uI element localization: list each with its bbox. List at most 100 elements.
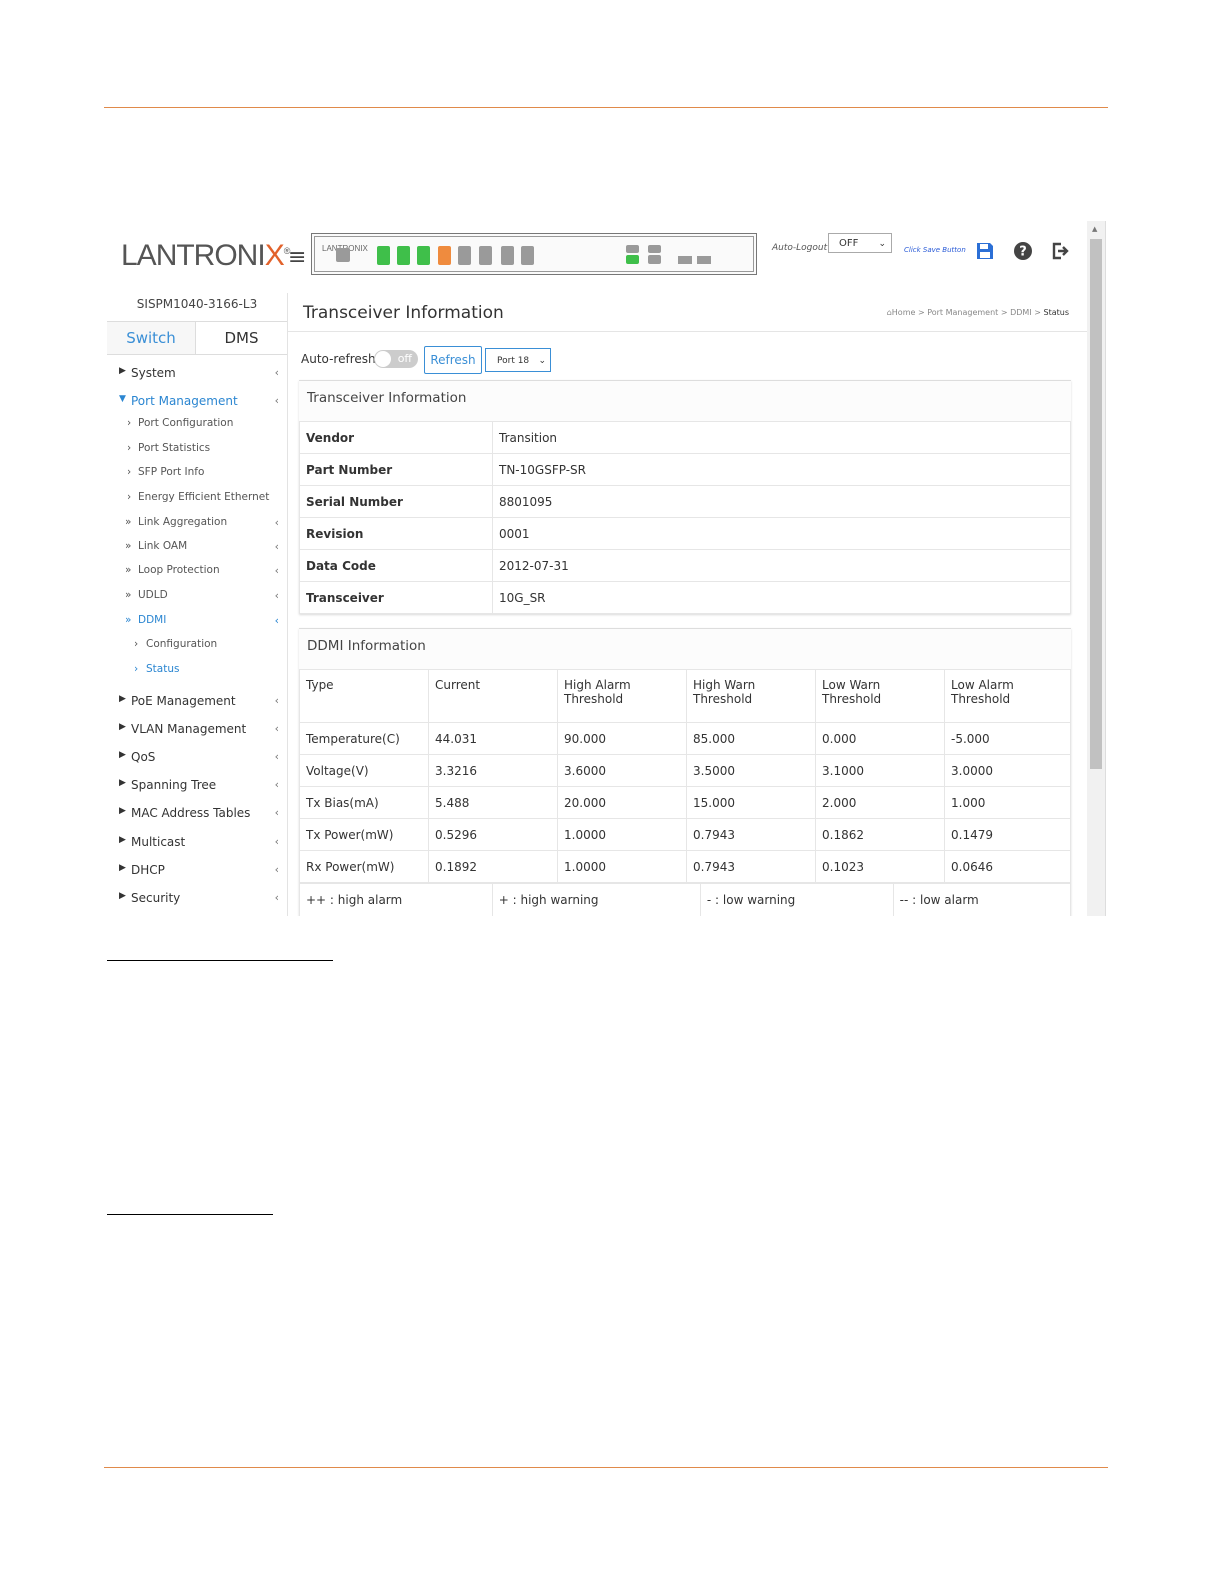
table-cell: 3.3216: [428, 754, 558, 787]
table-cell: -5.000: [944, 722, 1071, 755]
table-cell: 44.031: [428, 722, 558, 755]
table-cell: 1.0000: [557, 850, 687, 883]
help-icon[interactable]: ?: [1013, 241, 1033, 261]
col-header: Type: [299, 669, 429, 723]
port-icon[interactable]: [336, 248, 350, 262]
port-11-icon[interactable]: [479, 246, 492, 265]
table-cell: 85.000: [686, 722, 816, 755]
table-cell: 3.1000: [815, 754, 945, 787]
top-bar: LANTRONIX® ≡ LANTRONIX Auto-Logout OFF⌄ …: [107, 221, 1087, 293]
refresh-button[interactable]: Refresh: [424, 346, 482, 374]
table-header-row: Type Current High Alarm Threshold High W…: [299, 669, 1071, 723]
port-9-icon[interactable]: [458, 246, 471, 265]
click-save-hint: Click Save Button: [904, 246, 966, 254]
main-content: Transceiver Information ⌂Home > Port Man…: [288, 293, 1087, 916]
row-value: TN-10GSFP-SR: [492, 453, 1071, 486]
auto-logout-label: Auto-Logout: [772, 243, 828, 253]
col-header: Low Alarm Threshold: [944, 669, 1071, 723]
row-value: 8801095: [492, 485, 1071, 518]
table-row: Rx Power(mW) 0.1892 1.0000 0.7943 0.1023 0.06…: [299, 850, 1071, 883]
scrollbar-up-arrow[interactable]: ▲: [1092, 225, 1097, 233]
port-1-icon[interactable]: [377, 246, 390, 265]
top-rule: [104, 107, 1108, 108]
table-cell: Voltage(V): [299, 754, 429, 787]
table-cell: 15.000: [686, 786, 816, 819]
ddmi-panel-header: DDMI Information: [299, 629, 1071, 669]
row-value: 2012-07-31: [492, 549, 1071, 582]
table-cell: Tx Power(mW): [299, 818, 429, 851]
table-cell: Temperature(C): [299, 722, 429, 755]
table-row: Part Number TN-10GSFP-SR: [299, 453, 1071, 486]
table-cell: 0.7943: [686, 818, 816, 851]
sidebar-tabs: Switch DMS: [107, 321, 287, 355]
port-5-icon[interactable]: [417, 246, 430, 265]
sfp-22-icon[interactable]: [697, 256, 711, 264]
auto-refresh-label: Auto-refresh: [301, 352, 376, 366]
save-icon[interactable]: [975, 241, 995, 261]
svg-text:?: ?: [1019, 245, 1027, 260]
table-row: Temperature(C) 44.031 90.000 85.000 0.000 -5.…: [299, 722, 1071, 755]
row-value: 0001: [492, 517, 1071, 550]
port-18-top-icon[interactable]: [648, 245, 661, 253]
row-value: Transition: [492, 421, 1071, 454]
col-header: Low Warn Threshold: [815, 669, 945, 723]
table-cell: 0.1023: [815, 850, 945, 883]
table-cell: 20.000: [557, 786, 687, 819]
breadcrumb-ddmi[interactable]: DDMI: [1010, 308, 1032, 317]
scrollbar-thumb[interactable]: [1090, 239, 1102, 769]
auto-refresh-toggle[interactable]: off: [374, 350, 418, 368]
port-17-icon[interactable]: [626, 255, 639, 264]
ddmi-legend: ++ : high alarm + : high warning - : low…: [299, 883, 1072, 916]
table-row: Serial Number 8801095: [299, 485, 1071, 518]
breadcrumb-home[interactable]: Home: [892, 308, 916, 317]
row-key: Vendor: [299, 421, 493, 454]
port-3-icon[interactable]: [397, 246, 410, 265]
port-13-icon[interactable]: [501, 246, 514, 265]
port-18-icon[interactable]: [648, 255, 661, 264]
table-cell: 0.7943: [686, 850, 816, 883]
port-select[interactable]: Port 18 ⌄: [485, 348, 551, 372]
legend-high-warning: + : high warning: [491, 883, 701, 916]
table-cell: 0.1892: [428, 850, 558, 883]
table-cell: 1.000: [944, 786, 1071, 819]
transceiver-panel-header: Transceiver Information: [299, 381, 1071, 421]
table-cell: 5.488: [428, 786, 558, 819]
port-7-icon[interactable]: [438, 246, 451, 265]
port-17-top-icon[interactable]: [626, 245, 639, 253]
tab-dms[interactable]: DMS: [196, 322, 287, 354]
table-row: Data Code 2012-07-31: [299, 549, 1071, 582]
table-cell: 2.000: [815, 786, 945, 819]
breadcrumb-port-management[interactable]: Port Management: [927, 308, 998, 317]
legend-row: ++ : high alarm + : high warning - : low…: [299, 883, 1072, 916]
legend-high-alarm: ++ : high alarm: [299, 883, 493, 916]
logout-icon[interactable]: [1050, 241, 1070, 261]
table-cell: Rx Power(mW): [299, 850, 429, 883]
table-row: Transceiver 10G_SR: [299, 581, 1071, 614]
breadcrumb: ⌂Home > Port Management > DDMI > Status: [886, 308, 1070, 317]
transceiver-table: Vendor Transition Part Number TN-10GSFP-SR…: [299, 421, 1071, 614]
port-15-icon[interactable]: [521, 246, 534, 265]
table-cell: 0.1479: [944, 818, 1071, 851]
ddmi-information-panel: DDMI Information Type Current High Alarm…: [299, 628, 1072, 916]
col-header: High Alarm Threshold: [557, 669, 687, 723]
table-cell: 0.5296: [428, 818, 558, 851]
table-cell: 90.000: [557, 722, 687, 755]
section-underline-2: [107, 1214, 273, 1215]
table-cell: Tx Bias(mA): [299, 786, 429, 819]
table-cell: 3.6000: [557, 754, 687, 787]
breadcrumb-status: Status: [1043, 308, 1070, 317]
table-cell: 0.0646: [944, 850, 1071, 883]
title-divider: [288, 331, 1087, 332]
transceiver-information-panel: Transceiver Information Vendor Transition…: [299, 380, 1071, 614]
tab-switch[interactable]: Switch: [107, 322, 196, 354]
menu-toggle-icon[interactable]: ≡: [288, 245, 306, 270]
table-row: Voltage(V) 3.3216 3.6000 3.5000 3.1000 3.0000: [299, 754, 1071, 787]
scrollbar-track[interactable]: ▲: [1087, 221, 1105, 916]
bottom-rule: [104, 1467, 1108, 1468]
col-header: Current: [428, 669, 558, 723]
auto-logout-select[interactable]: OFF ⌄: [828, 233, 892, 253]
row-key: Part Number: [299, 453, 493, 486]
row-key: Data Code: [299, 549, 493, 582]
page-title: Transceiver Information: [303, 303, 504, 323]
sfp-21-icon[interactable]: [678, 256, 692, 264]
